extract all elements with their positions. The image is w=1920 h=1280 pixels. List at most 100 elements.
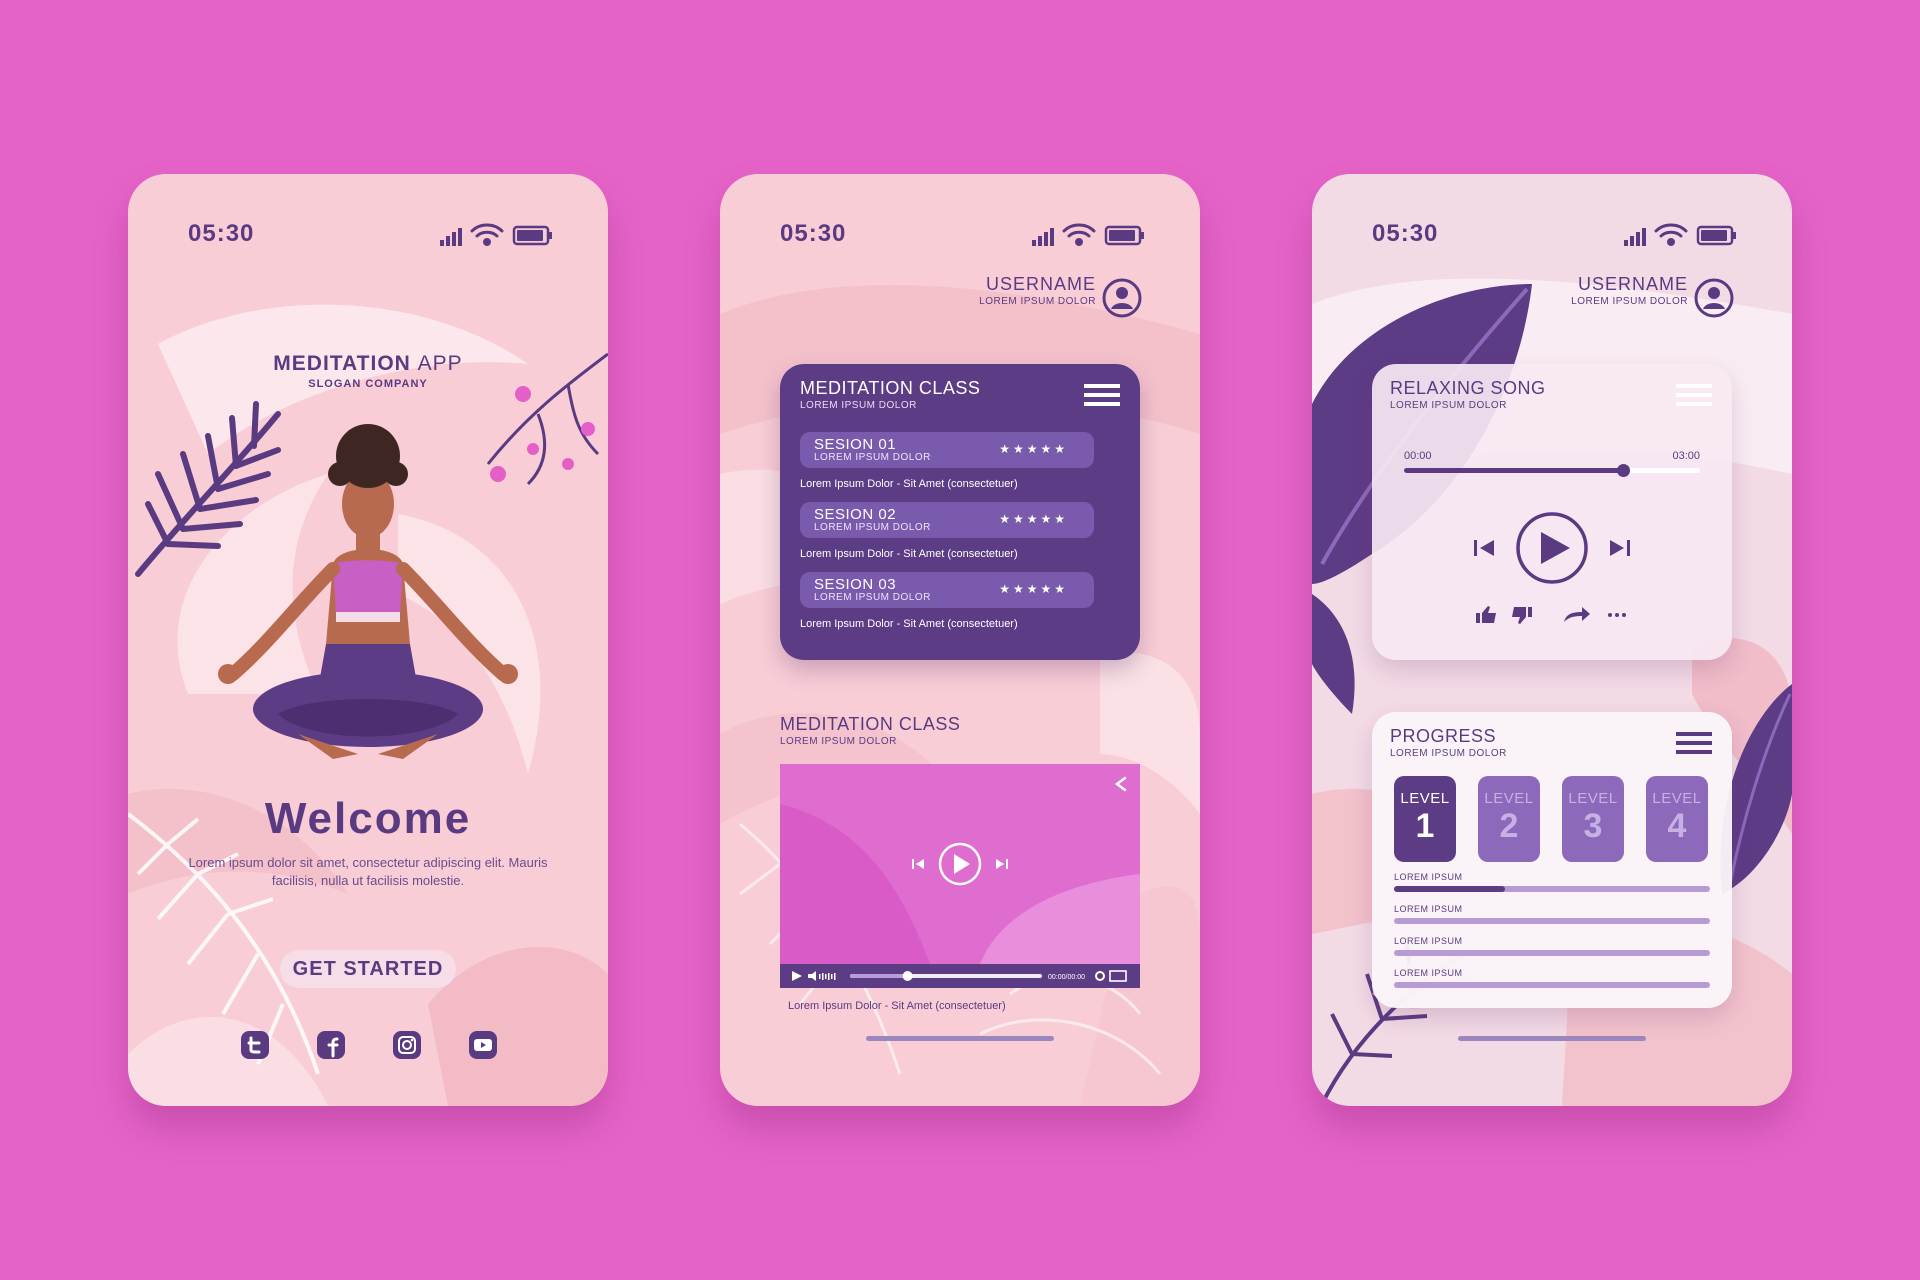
username: USERNAME xyxy=(985,274,1096,294)
meditation-class-card: MEDITATION CLASS LOREM IPSUM DOLOR SESIO… xyxy=(780,364,1140,660)
progress-item-bar xyxy=(1394,950,1710,956)
status-time: 05:30 xyxy=(780,220,847,247)
get-started-button[interactable]: GET STARTED xyxy=(280,950,456,988)
video-center-controls xyxy=(912,842,1008,886)
user-avatar-icon[interactable] xyxy=(1102,278,1142,318)
status-icons xyxy=(1032,223,1144,246)
more-icon xyxy=(1608,613,1626,617)
status-icons xyxy=(440,223,552,246)
progress-item-fill xyxy=(1394,886,1505,892)
app-title: MEDITATION APP xyxy=(128,352,608,376)
level-label: LEVEL xyxy=(1400,790,1450,807)
progress-item-bar xyxy=(1394,886,1710,892)
session-name: SESION 02 xyxy=(814,506,897,523)
song-time-end: 03:00 xyxy=(1672,450,1700,462)
playback-controls xyxy=(1474,512,1630,584)
hamburger-menu-icon[interactable] xyxy=(1676,732,1712,754)
signal-icon xyxy=(1624,228,1646,246)
level-number: 1 xyxy=(1415,807,1435,845)
level-number: 2 xyxy=(1499,807,1519,845)
session-subtitle: LOREM IPSUM DOLOR xyxy=(814,522,931,533)
level-label: LEVEL xyxy=(1484,790,1534,807)
video-seek-thumb xyxy=(902,971,913,981)
level-label: LEVEL xyxy=(1568,790,1618,807)
session-item-01[interactable]: SESION 01 LOREM IPSUM DOLOR ★★★★★ xyxy=(800,432,1094,468)
user-avatar-icon[interactable] xyxy=(1694,278,1734,318)
progress-item-label: LOREM IPSUM xyxy=(1394,968,1463,978)
signal-icon xyxy=(1032,228,1054,246)
wifi-icon xyxy=(1062,223,1096,246)
video-section-subtitle: LOREM IPSUM DOLOR xyxy=(780,736,897,747)
session-subtitle: LOREM IPSUM DOLOR xyxy=(814,452,931,463)
home-indicator xyxy=(1458,1036,1646,1041)
session-subtitle: LOREM IPSUM DOLOR xyxy=(814,592,931,603)
user-info: USERNAME LOREM IPSUM DOLOR xyxy=(1571,274,1688,307)
app-slogan: SLOGAN COMPANY xyxy=(308,378,428,390)
thumbs-up-icon xyxy=(1476,606,1496,623)
session-description: Lorem Ipsum Dolor - Sit Amet (consectetu… xyxy=(800,548,1018,560)
meditation-class-screen: 05:30 USERNAME LOREM IPSUM DOLOR MEDITAT… xyxy=(720,174,1200,1106)
play-icon xyxy=(1516,512,1588,584)
next-icon xyxy=(996,859,1008,869)
session-item-02[interactable]: SESION 02 LOREM IPSUM DOLOR ★★★★★ xyxy=(800,502,1094,538)
song-seek-fill xyxy=(1404,468,1624,473)
status-bar: 05:30 xyxy=(128,220,608,250)
facebook-icon[interactable] xyxy=(316,1030,346,1060)
status-time: 05:30 xyxy=(1372,220,1439,247)
welcome-screen: 05:30 MEDITATION APP SLOGAN COMPANY Welc… xyxy=(128,174,608,1106)
wifi-icon xyxy=(470,223,504,246)
progress-item-label: LOREM IPSUM xyxy=(1394,904,1463,914)
share-arrow-icon xyxy=(1564,607,1590,622)
hamburger-menu-icon[interactable] xyxy=(1084,384,1120,406)
session-name: SESION 03 xyxy=(814,576,897,593)
battery-icon xyxy=(1696,225,1736,246)
home-indicator xyxy=(866,1036,1054,1041)
session-item-03[interactable]: SESION 03 LOREM IPSUM DOLOR ★★★★★ xyxy=(800,572,1094,608)
welcome-heading: Welcome xyxy=(264,794,472,843)
instagram-icon[interactable] xyxy=(392,1030,422,1060)
settings-icon xyxy=(1095,971,1105,981)
video-timecode: 00:00/00:00 xyxy=(1048,974,1085,981)
video-control-bar: 00:00/00:00 xyxy=(780,964,1140,988)
previous-icon xyxy=(1474,540,1494,556)
share-icon[interactable] xyxy=(1114,776,1128,792)
song-time-start: 00:00 xyxy=(1404,450,1432,462)
hamburger-menu-icon[interactable] xyxy=(1676,384,1712,406)
progress-item-label: LOREM IPSUM xyxy=(1394,936,1463,946)
star-rating-icon: ★★★★★ xyxy=(999,512,1068,526)
user-info: USERNAME LOREM IPSUM DOLOR xyxy=(979,274,1096,307)
star-rating-icon: ★★★★★ xyxy=(999,442,1068,456)
battery-icon xyxy=(1104,225,1144,246)
progress-subtitle: LOREM IPSUM DOLOR xyxy=(1390,748,1507,759)
song-seek-bar[interactable] xyxy=(1404,464,1700,477)
battery-icon xyxy=(512,225,552,246)
user-subtitle: LOREM IPSUM DOLOR xyxy=(1571,296,1688,307)
level-label: LEVEL xyxy=(1652,790,1702,807)
previous-icon xyxy=(912,859,924,869)
song-action-icons xyxy=(1476,606,1626,624)
video-section-title: MEDITATION CLASS xyxy=(780,714,961,734)
level-1-tile[interactable]: LEVEL 1 xyxy=(1394,776,1456,862)
progress-item-label: LOREM IPSUM xyxy=(1394,872,1463,882)
status-bar: 05:30 xyxy=(720,220,1200,250)
card-title: MEDITATION CLASS xyxy=(800,378,981,398)
level-2-tile[interactable]: LEVEL 2 xyxy=(1478,776,1540,862)
signal-icon xyxy=(440,228,462,246)
progress-card: PROGRESS LOREM IPSUM DOLOR LEVEL 1 LEVEL… xyxy=(1372,712,1732,1008)
relaxing-song-player-card: RELAXING SONG LOREM IPSUM DOLOR 00:00 03… xyxy=(1372,364,1732,660)
status-time: 05:30 xyxy=(188,220,255,247)
twitter-icon[interactable] xyxy=(240,1030,270,1060)
thumbs-down-icon xyxy=(1512,607,1532,624)
video-player[interactable] xyxy=(780,764,1140,964)
wifi-icon xyxy=(1654,223,1688,246)
level-3-tile[interactable]: LEVEL 3 xyxy=(1562,776,1624,862)
user-subtitle: LOREM IPSUM DOLOR xyxy=(979,296,1096,307)
progress-item-bar xyxy=(1394,918,1710,924)
youtube-icon[interactable] xyxy=(468,1030,498,1060)
star-rating-icon: ★★★★★ xyxy=(999,582,1068,596)
volume-icon xyxy=(808,971,836,981)
level-4-tile[interactable]: LEVEL 4 xyxy=(1646,776,1708,862)
song-seek-thumb[interactable] xyxy=(1617,464,1631,477)
video-seek-fill xyxy=(850,974,908,978)
status-icons xyxy=(1624,223,1736,246)
